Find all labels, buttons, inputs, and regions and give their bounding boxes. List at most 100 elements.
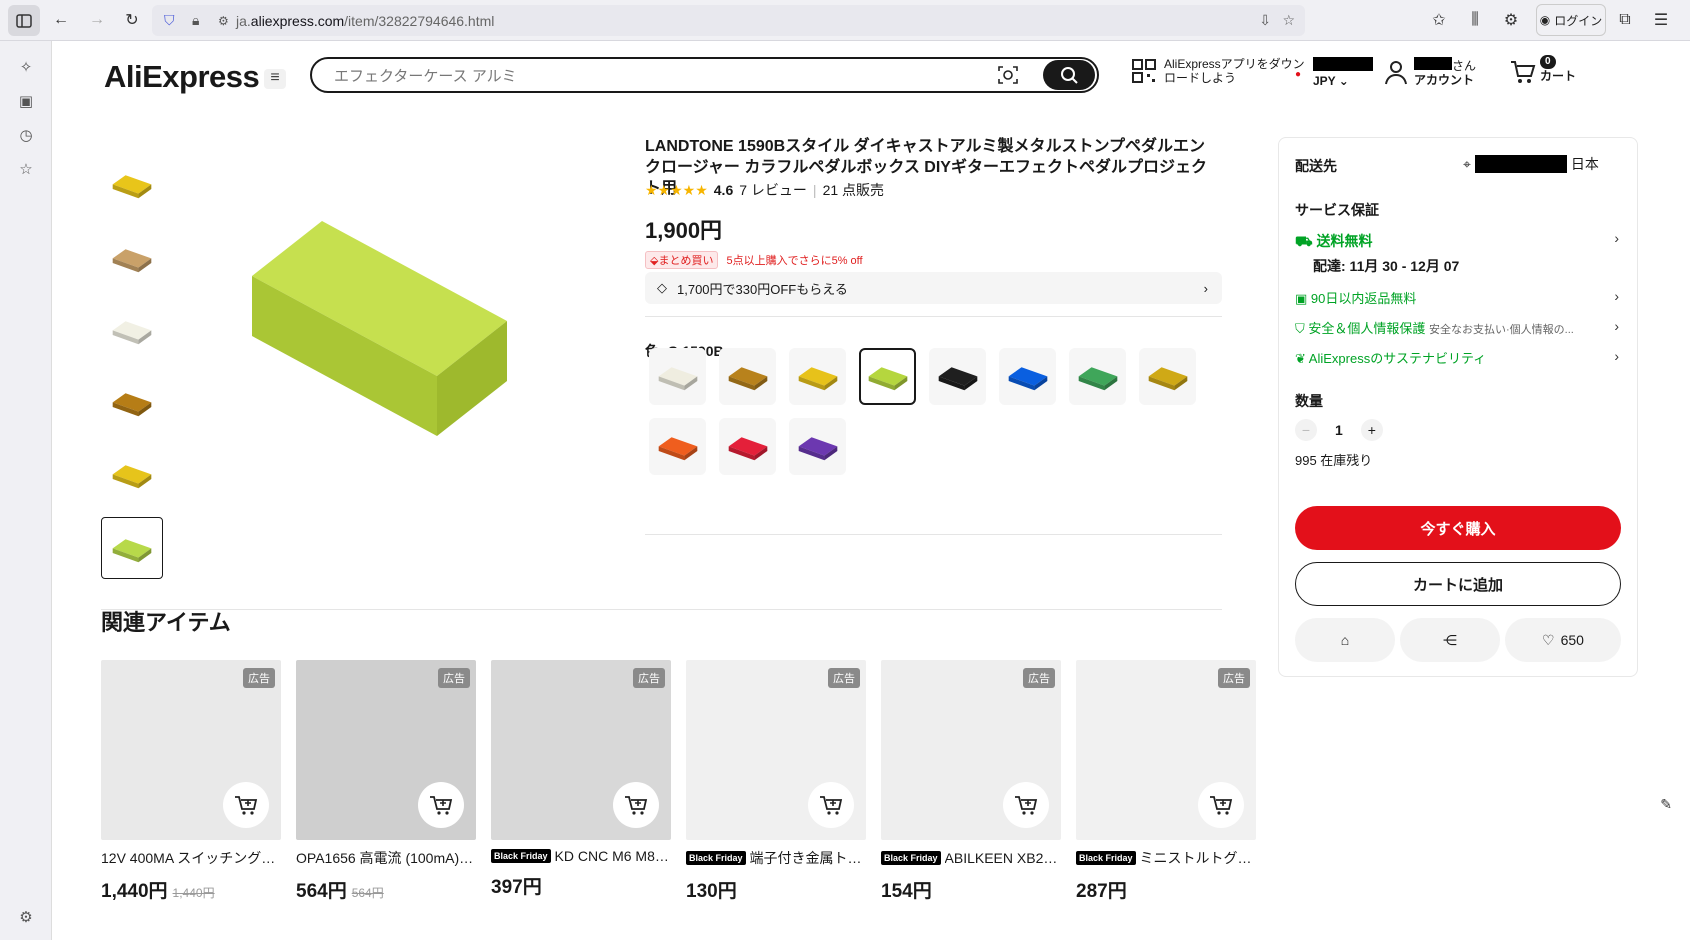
related-item-name[interactable]: OPA1656 高電流 (100mA) オペアンプ	[296, 848, 476, 868]
chevron-right-icon[interactable]: ›	[1614, 230, 1619, 246]
add-to-cart-icon[interactable]	[223, 782, 269, 828]
color-swatch[interactable]	[719, 348, 776, 405]
category-menu-icon[interactable]: ≡	[264, 69, 286, 89]
url-bar[interactable]: ⛉ 🔒︎ ⚙︎ ja.aliexpress.com/item/328227946…	[152, 5, 1305, 36]
search-icon	[1061, 67, 1078, 84]
qr-code-icon	[1132, 59, 1156, 83]
sidebar-toggle-icon[interactable]	[8, 5, 40, 36]
aliexpress-logo[interactable]: AliExpress	[104, 59, 260, 95]
color-swatch[interactable]	[649, 418, 706, 475]
main-product-image[interactable]	[222, 201, 542, 461]
customize-gear-icon[interactable]: ⚙︎	[17, 909, 35, 927]
color-swatch[interactable]	[789, 348, 846, 405]
location-pin-icon: ⌖	[1463, 155, 1471, 172]
chevron-right-icon[interactable]: ›	[1614, 288, 1619, 304]
related-item-card[interactable]: 広告 OPA1656 高電流 (100mA) オペアンプ 564円564円	[296, 660, 476, 903]
synced-tabs-icon[interactable]: ▣	[17, 93, 35, 111]
back-icon[interactable]: ←	[46, 5, 76, 35]
related-item-image[interactable]: 広告	[101, 660, 281, 840]
related-item-image[interactable]: 広告	[881, 660, 1061, 840]
flag-dot-icon: ●	[1295, 69, 1302, 80]
rating-row[interactable]: ★★★★★ 4.6 7 レビュー | 21 点販売	[645, 180, 884, 200]
review-count[interactable]: 7 レビュー	[739, 180, 807, 200]
black-friday-badge: Black Friday	[491, 849, 551, 863]
related-item-name[interactable]: 12V 400MA スイッチング電源モジュール	[101, 848, 281, 868]
related-item-card[interactable]: 広告 Black FridayABILKEEN XB2 セレクタ 154円	[881, 660, 1061, 903]
history-clock-icon[interactable]: ◷	[17, 127, 35, 145]
returns-row[interactable]: ▣ 90日以内返品無料	[1295, 288, 1416, 307]
related-item-card[interactable]: 広告 Black Friday端子付き金属トグルスイッチ 130円	[686, 660, 866, 903]
account-menu[interactable]: さん アカウント	[1384, 57, 1476, 87]
related-item-name[interactable]: Black Friday端子付き金属トグルスイッチ	[686, 848, 866, 868]
bookmark-star-icon[interactable]: ☆	[1282, 12, 1295, 29]
color-swatch[interactable]	[1139, 348, 1196, 405]
bookmarks-star-icon[interactable]: ☆	[17, 161, 35, 179]
color-swatch[interactable]	[859, 348, 916, 405]
add-to-cart-button[interactable]: カートに追加	[1295, 562, 1621, 606]
app-download-promo[interactable]: AliExpressアプリをダウン ロードしよう	[1132, 57, 1305, 85]
locale-selector[interactable]: ● JPY ⌄	[1295, 57, 1373, 88]
add-to-cart-icon[interactable]	[1198, 782, 1244, 828]
cart-icon	[1511, 61, 1536, 83]
save-page-icon[interactable]: ⇩	[1259, 12, 1271, 29]
related-item-image[interactable]: 広告	[1076, 660, 1256, 840]
related-item-name[interactable]: Black Fridayミニストルトグルスイッチ	[1076, 848, 1256, 868]
black-friday-badge: Black Friday	[686, 851, 746, 865]
chevron-right-icon[interactable]: ›	[1614, 318, 1619, 334]
add-to-cart-icon[interactable]	[418, 782, 464, 828]
edit-pencil-icon[interactable]: ✎	[1660, 796, 1672, 813]
color-swatch[interactable]	[999, 348, 1056, 405]
extensions-puzzle-icon[interactable]: ⧉	[1610, 5, 1640, 35]
redacted-address	[1474, 155, 1567, 173]
related-item-card[interactable]: 広告 Black Fridayミニストルトグルスイッチ 287円	[1076, 660, 1256, 903]
search-button[interactable]	[1043, 60, 1095, 90]
color-swatch[interactable]	[1069, 348, 1126, 405]
related-item-card[interactable]: 広告 12V 400MA スイッチング電源モジュール 1,440円1,440円	[101, 660, 281, 903]
related-item-image[interactable]: 広告	[491, 660, 671, 840]
thumbnail-image[interactable]	[101, 299, 163, 361]
buy-now-button[interactable]: 今すぐ購入	[1295, 506, 1621, 550]
cart-button[interactable]: 0 カート	[1510, 55, 1576, 83]
increase-button[interactable]: +	[1360, 419, 1383, 441]
add-to-cart-icon[interactable]	[613, 782, 659, 828]
ad-badge: 広告	[1023, 668, 1055, 688]
image-search-icon[interactable]	[997, 64, 1019, 86]
ai-sparkle-icon[interactable]: ✧	[17, 59, 35, 77]
related-item-name[interactable]: Black FridayKD CNC M6 M8 M10 M12	[491, 848, 671, 864]
ship-to-location[interactable]: ⌖ 日本	[1463, 154, 1599, 174]
reload-icon[interactable]: ↻	[117, 5, 147, 35]
chevron-right-icon[interactable]: ›	[1614, 348, 1619, 364]
related-item-card[interactable]: 広告 Black FridayKD CNC M6 M8 M10 M12 397円	[491, 660, 671, 899]
quantity-stepper[interactable]: − 1 +	[1295, 419, 1383, 441]
free-shipping-row[interactable]: ⛟ 送料無料	[1295, 231, 1373, 252]
thumbnail-image[interactable]	[101, 443, 163, 505]
coupon-banner[interactable]: ◇ 1,700円で330円OFFもらえる ›	[645, 272, 1222, 304]
color-swatch[interactable]	[649, 348, 706, 405]
thumbnail-image[interactable]	[101, 153, 163, 215]
library-icon[interactable]: ⫼	[1460, 5, 1490, 35]
store-button[interactable]: ⌂	[1295, 618, 1395, 662]
related-item-image[interactable]: 広告	[296, 660, 476, 840]
add-to-cart-icon[interactable]	[1003, 782, 1049, 828]
color-swatch[interactable]	[719, 418, 776, 475]
color-swatch[interactable]	[789, 418, 846, 475]
add-to-cart-icon[interactable]	[808, 782, 854, 828]
search-input[interactable]: エフェクターケース アルミ	[310, 57, 1099, 93]
login-button[interactable]: ◉ ログイン	[1536, 4, 1606, 36]
share-button[interactable]: ⋲	[1400, 618, 1500, 662]
thumbnail-image[interactable]	[101, 371, 163, 433]
forward-icon[interactable]: →	[82, 5, 112, 35]
thumbnail-image[interactable]	[101, 227, 163, 289]
wishlist-button[interactable]: ♡ 650	[1505, 618, 1621, 662]
thumbnail-image[interactable]	[101, 517, 163, 579]
security-row[interactable]: ⛉ 安全＆個人情報保護 安全なお支払い·個人情報の...	[1295, 318, 1605, 337]
related-item-image[interactable]: 広告	[686, 660, 866, 840]
app-menu-icon[interactable]: ☰	[1646, 5, 1676, 35]
related-item-name[interactable]: Black FridayABILKEEN XB2 セレクタ	[881, 848, 1061, 868]
color-swatch[interactable]	[929, 348, 986, 405]
site-settings-icon[interactable]: ⚙︎	[218, 14, 229, 28]
settings-gear-icon[interactable]: ⚙︎	[1496, 5, 1526, 35]
extension-icon[interactable]: ✩	[1424, 5, 1454, 35]
decrease-button[interactable]: −	[1295, 419, 1317, 441]
sustainability-row[interactable]: ❦ AliExpressのサステナビリティ	[1295, 348, 1486, 367]
